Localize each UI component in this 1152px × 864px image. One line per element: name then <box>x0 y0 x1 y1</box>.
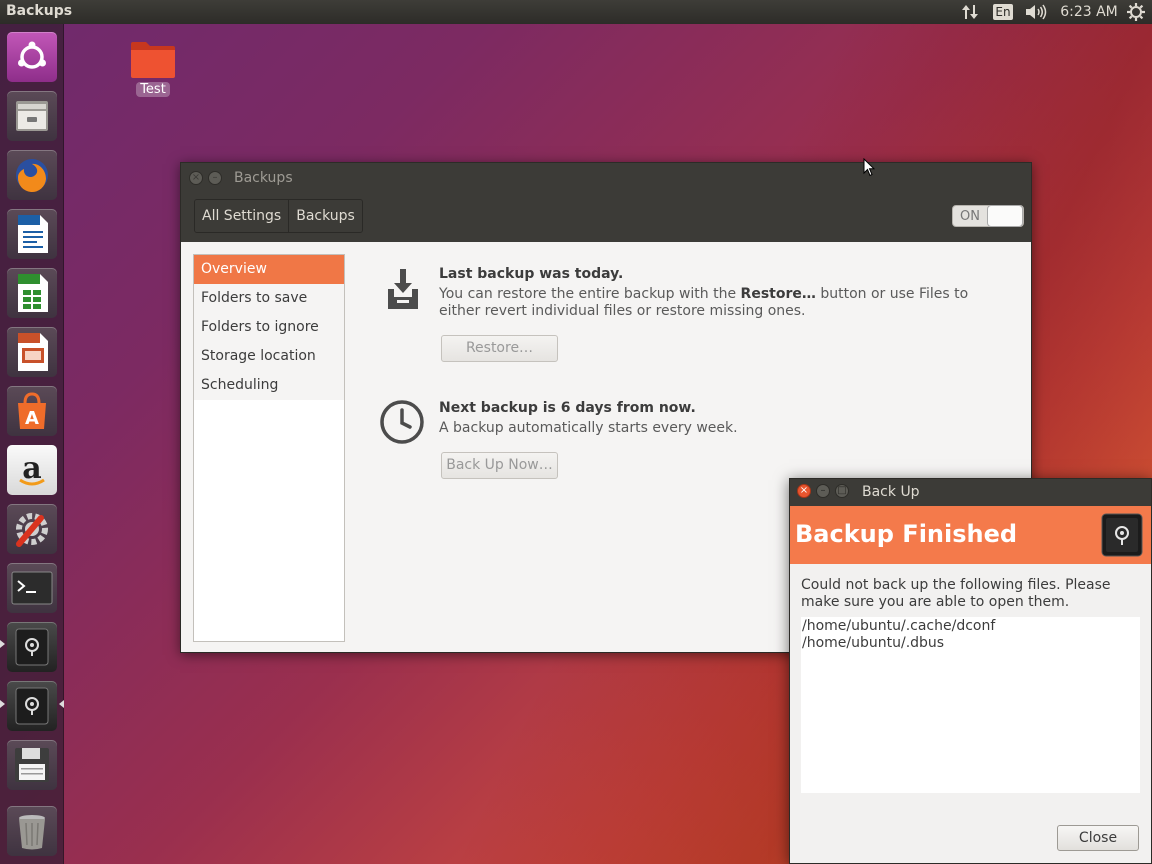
toggle-knob[interactable] <box>987 205 1023 227</box>
svg-text:a: a <box>22 451 41 486</box>
network-arrows-icon[interactable] <box>960 2 980 22</box>
list-item: /home/ubuntu/.dbus <box>802 635 945 651</box>
last-backup-heading: Last backup was today. <box>439 266 624 282</box>
ubuntu-dash-icon[interactable] <box>7 32 57 82</box>
clock[interactable]: 6:23 AM <box>1060 2 1118 22</box>
last-backup-section: Last backup was today. You can restore t… <box>439 266 999 320</box>
keyboard-layout-icon[interactable]: En <box>992 2 1014 22</box>
keyboard-layout-label: En <box>993 4 1013 20</box>
breadcrumb: All Settings Backups <box>194 199 363 233</box>
failed-files-list[interactable]: /home/ubuntu/.cache/dconf /home/ubuntu/.… <box>801 617 1140 793</box>
running-indicator <box>0 700 5 708</box>
calc-icon[interactable] <box>7 268 57 318</box>
system-settings-icon[interactable] <box>7 504 57 554</box>
volume-icon[interactable] <box>1024 2 1048 22</box>
back-up-now-button[interactable]: Back Up Now… <box>441 452 558 479</box>
desktop-folder[interactable]: Test <box>128 40 178 97</box>
top-panel: Backups En 6:23 AM <box>0 0 1152 24</box>
window-header: × – Backups All Settings Backups ON <box>181 163 1031 242</box>
message-line: make sure you are able to open them. <box>801 594 1070 610</box>
files-icon[interactable] <box>7 91 57 141</box>
focused-indicator <box>59 700 64 708</box>
sidebar-item-storage-location[interactable]: Storage location <box>194 342 344 371</box>
maximize-icon[interactable]: □ <box>835 484 849 498</box>
trash-icon[interactable] <box>7 806 57 856</box>
active-app-title: Backups <box>6 3 73 19</box>
sidebar-item-scheduling[interactable]: Scheduling <box>194 371 344 400</box>
sidebar-item-folders-to-ignore[interactable]: Folders to ignore <box>194 313 344 342</box>
restore-button[interactable]: Restore… <box>441 335 558 362</box>
dialog-header: × – □ Back Up <box>790 479 1151 506</box>
power-gear-icon[interactable] <box>1126 2 1146 22</box>
sidebar-item-overview[interactable]: Overview <box>194 255 344 284</box>
breadcrumb-all-settings[interactable]: All Settings <box>195 200 289 232</box>
folder-label: Test <box>136 82 170 97</box>
list-item: /home/ubuntu/.cache/dconf <box>802 618 996 634</box>
dialog-message: Could not back up the following files. P… <box>801 577 1141 611</box>
last-backup-text-part: You can restore the entire backup with t… <box>439 286 741 302</box>
software-center-icon[interactable]: A <box>7 386 57 436</box>
download-tray-icon <box>386 267 420 317</box>
last-backup-text-line2: either revert individual files or restor… <box>439 303 806 319</box>
svg-text:A: A <box>25 408 39 429</box>
next-backup-heading: Next backup is 6 days from now. <box>439 400 696 416</box>
next-backup-section: Next backup is 6 days from now. A backup… <box>439 400 859 437</box>
back-up-dialog: × – □ Back Up Backup Finished Could not … <box>789 478 1152 864</box>
minimize-icon[interactable]: – <box>208 171 222 185</box>
dialog-banner: Backup Finished <box>790 506 1151 564</box>
restore-bold-text: Restore… <box>740 286 816 302</box>
running-indicator <box>0 640 5 648</box>
dialog-title: Back Up <box>862 484 920 500</box>
safe-icon <box>1100 511 1144 563</box>
clock-icon <box>379 399 425 449</box>
breadcrumb-backups[interactable]: Backups <box>288 200 362 232</box>
window-title: Backups <box>234 170 293 186</box>
amazon-icon[interactable]: a <box>7 445 57 495</box>
banner-title: Backup Finished <box>795 520 1018 548</box>
launcher: A a <box>0 24 64 864</box>
backups-toggle[interactable]: ON <box>952 205 1024 227</box>
mouse-pointer-icon <box>863 157 876 181</box>
close-button[interactable]: Close <box>1057 825 1139 851</box>
next-backup-text: A backup automatically starts every week… <box>439 420 738 436</box>
folder-icon <box>130 40 176 78</box>
backups-icon[interactable] <box>7 622 57 672</box>
close-icon[interactable]: × <box>797 484 811 498</box>
minimize-icon[interactable]: – <box>816 484 830 498</box>
backups-icon[interactable] <box>7 681 57 731</box>
save-icon[interactable] <box>7 740 57 790</box>
last-backup-text-part: button or use Files to <box>815 286 969 302</box>
terminal-icon[interactable] <box>7 563 57 613</box>
toggle-label: ON <box>960 208 980 224</box>
close-icon[interactable]: × <box>189 171 203 185</box>
sidebar: Overview Folders to save Folders to igno… <box>193 254 345 642</box>
sidebar-item-folders-to-save[interactable]: Folders to save <box>194 284 344 313</box>
writer-icon[interactable] <box>7 209 57 259</box>
message-line: Could not back up the following files. P… <box>801 577 1111 593</box>
firefox-icon[interactable] <box>7 150 57 200</box>
impress-icon[interactable] <box>7 327 57 377</box>
last-backup-text: You can restore the entire backup with t… <box>439 286 999 320</box>
